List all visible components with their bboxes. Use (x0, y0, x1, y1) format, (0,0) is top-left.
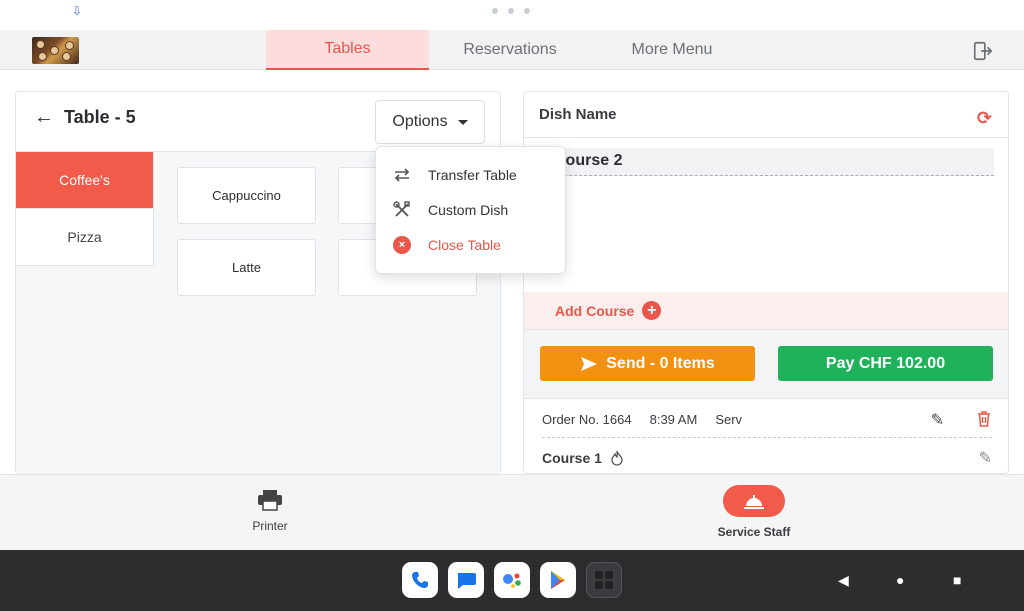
system-navigation-bar: ◀ ● ■ (0, 550, 1024, 611)
send-button[interactable]: Send - 0 Items (540, 346, 755, 381)
home-nav-icon[interactable]: ● (896, 572, 904, 588)
options-label: Options (392, 113, 448, 130)
tab-tables[interactable]: Tables (266, 30, 429, 70)
table-title: Table - 5 (64, 107, 136, 127)
custom-dish-label: Custom Dish (428, 202, 509, 218)
back-button[interactable]: ← Table - 5 (34, 106, 136, 129)
recents-nav-icon[interactable]: ■ (953, 572, 961, 588)
plus-icon: + (642, 301, 662, 320)
dish-name-label: Dish Name (539, 106, 617, 123)
assistant-app-icon[interactable] (494, 562, 530, 598)
add-course-label: Add Course (555, 302, 635, 319)
edit-course-icon[interactable]: ✎ (979, 448, 992, 468)
pager-dots (492, 8, 530, 14)
transfer-icon (392, 165, 412, 185)
add-course-button[interactable]: Add Course + (524, 292, 1008, 329)
phone-app-icon[interactable] (402, 562, 438, 598)
order-time: 8:39 AM (649, 412, 698, 427)
status-bar: ⇩ (0, 0, 1024, 30)
current-course[interactable]: Course 2 (554, 148, 994, 176)
tab-more-menu[interactable]: More Menu (591, 30, 753, 70)
send-label: Send - 0 Items (606, 354, 715, 372)
menu-item-custom-dish[interactable]: Custom Dish (376, 193, 565, 227)
refresh-icon[interactable]: ⟳ (977, 108, 992, 129)
order-info-row: Order No. 1664 8:39 AM Serv ✎ (542, 402, 992, 438)
edit-icon[interactable]: ✎ (931, 410, 944, 430)
menu-item-close-table[interactable]: × Close Table (376, 228, 565, 262)
caret-down-icon (457, 119, 468, 125)
back-nav-icon[interactable]: ◀ (838, 572, 849, 589)
menu-item-cappuccino[interactable]: Cappuccino (177, 167, 316, 224)
order-panel: Dish Name ⟳ Course 2 Add Course + Send -… (523, 91, 1009, 474)
dish-header: Dish Name ⟳ (524, 92, 1008, 138)
category-pizza[interactable]: Pizza (16, 209, 154, 266)
send-icon (581, 356, 598, 371)
printer-icon (258, 490, 282, 511)
trash-icon[interactable] (976, 410, 992, 428)
app-dock (402, 562, 622, 598)
printer-button[interactable]: Printer (200, 485, 340, 545)
options-button[interactable]: Options (375, 100, 485, 144)
options-dropdown: Transfer Table Custom Dish × Close Table (375, 146, 566, 274)
course-1-label: Course 1 (542, 450, 602, 466)
course-1-row[interactable]: Course 1 ✎ (542, 444, 992, 472)
order-number: Order No. 1664 (542, 412, 632, 427)
bottom-bar: Printer Service Staff (0, 474, 1024, 550)
back-arrow-icon: ← (34, 106, 54, 128)
action-bar: Send - 0 Items Pay CHF 102.00 (524, 329, 1008, 399)
table-panel-header: ← Table - 5 Options (16, 92, 500, 152)
menu-item-latte[interactable]: Latte (177, 239, 316, 296)
service-staff-button[interactable]: Service Staff (684, 485, 824, 545)
app-drawer-icon[interactable] (586, 562, 622, 598)
messages-app-icon[interactable] (448, 562, 484, 598)
order-server: Serv (715, 412, 743, 427)
restaurant-logo (32, 37, 79, 64)
service-bell-icon (723, 485, 785, 517)
tools-icon (392, 200, 412, 220)
fire-icon[interactable] (610, 450, 624, 466)
menu-item-transfer-table[interactable]: Transfer Table (376, 158, 565, 192)
play-store-icon[interactable] (540, 562, 576, 598)
close-icon: × (392, 235, 412, 255)
logout-icon[interactable] (972, 40, 994, 62)
category-coffees[interactable]: Coffee's (16, 152, 154, 209)
tab-reservations[interactable]: Reservations (429, 30, 591, 70)
service-staff-label: Service Staff (717, 525, 791, 539)
close-table-label: Close Table (428, 237, 501, 253)
download-icon[interactable]: ⇩ (72, 4, 82, 18)
transfer-table-label: Transfer Table (428, 167, 517, 183)
top-navigation: Tables Reservations More Menu (0, 30, 1024, 70)
pay-button[interactable]: Pay CHF 102.00 (778, 346, 993, 381)
printer-label: Printer (252, 519, 288, 533)
